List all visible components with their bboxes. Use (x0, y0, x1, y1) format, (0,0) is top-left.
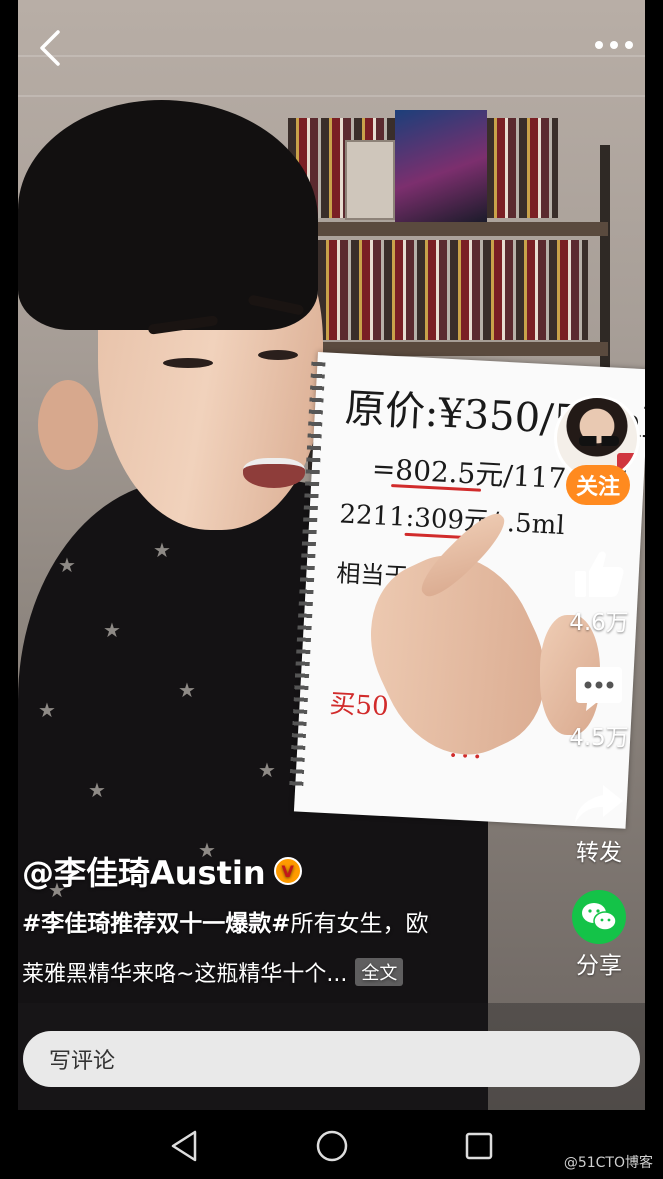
author-username[interactable]: @李佳琦Austin V (22, 848, 302, 894)
comment-count: 4.5万 (569, 725, 629, 751)
caption-text-2: 莱雅黑精华来咯~这瓶精华十个... (22, 962, 348, 987)
note-line-5: 买50 (328, 689, 390, 723)
nav-recents-button[interactable] (459, 1126, 499, 1166)
poster (395, 110, 487, 222)
product-shelf (318, 240, 588, 340)
triangle-back-icon (171, 1130, 197, 1162)
caption-line-1: #李佳琦推荐双十一爆款#所有女生，欧 (22, 904, 429, 938)
author-avatar-group: 关注 (552, 395, 644, 511)
shirt-star: ★ (258, 758, 276, 782)
verified-badge-icon: V (273, 857, 302, 885)
share-button[interactable]: 分享 (560, 888, 638, 980)
wechat-icon (572, 890, 626, 944)
person-eye (163, 358, 213, 368)
screen: ★ ★ ★ ★ ★ ★ ★ ★ ★ 原价:¥350/50ml =802.5元/1… (0, 0, 663, 1179)
share-icon-wrap (569, 888, 629, 946)
shirt-star: ★ (178, 678, 196, 702)
share-label: 分享 (576, 953, 622, 979)
shirt-star: ★ (88, 778, 106, 802)
comment-button[interactable]: 4.5万 (560, 660, 638, 752)
forward-label: 转发 (576, 840, 622, 866)
nav-home-button[interactable] (312, 1126, 352, 1166)
comment-bubble-icon (569, 660, 629, 718)
shelf-board (278, 222, 608, 236)
caption-text-1: 所有女生，欧 (290, 911, 429, 937)
caption-line-2: 莱雅黑精华来咯~这瓶精华十个... 全文 (22, 956, 404, 988)
like-button[interactable]: 4.6万 (560, 545, 638, 637)
forward-button[interactable]: 转发 (560, 775, 638, 867)
avatar-glasses (579, 436, 619, 446)
follow-button[interactable]: 关注 (566, 465, 630, 505)
circle-home-icon (316, 1130, 348, 1162)
chevron-left-icon (40, 30, 60, 66)
like-count: 4.6万 (569, 610, 629, 636)
wall-line (18, 55, 645, 57)
square-recents-icon (465, 1132, 493, 1160)
shirt-star: ★ (38, 698, 56, 722)
username-text: @李佳琦Austin (22, 854, 266, 892)
person-hair (18, 100, 318, 330)
person-eye (258, 350, 298, 360)
nav-back-button[interactable] (165, 1126, 205, 1166)
thumbs-up-icon (569, 545, 629, 603)
more-dots-icon (595, 41, 633, 49)
forward-arrow-icon (569, 775, 629, 833)
full-text-button[interactable]: 全文 (355, 958, 404, 986)
person-ear (38, 380, 98, 470)
shirt-star: ★ (153, 538, 171, 562)
video-player[interactable]: ★ ★ ★ ★ ★ ★ ★ ★ ★ 原价:¥350/50ml =802.5元/1… (18, 0, 645, 1110)
watermark: @51CTO博客 (563, 1155, 653, 1171)
shirt-star: ★ (103, 618, 121, 642)
back-button[interactable] (36, 28, 66, 68)
more-options-button[interactable] (592, 34, 636, 56)
wall-line (18, 95, 645, 97)
shirt-star: ★ (58, 553, 76, 577)
poster (345, 140, 395, 220)
person-mouth (243, 458, 305, 488)
hashtag-link[interactable]: #李佳琦推荐双十一爆款# (22, 911, 291, 937)
comment-input[interactable]: 写评论 (23, 1031, 640, 1087)
